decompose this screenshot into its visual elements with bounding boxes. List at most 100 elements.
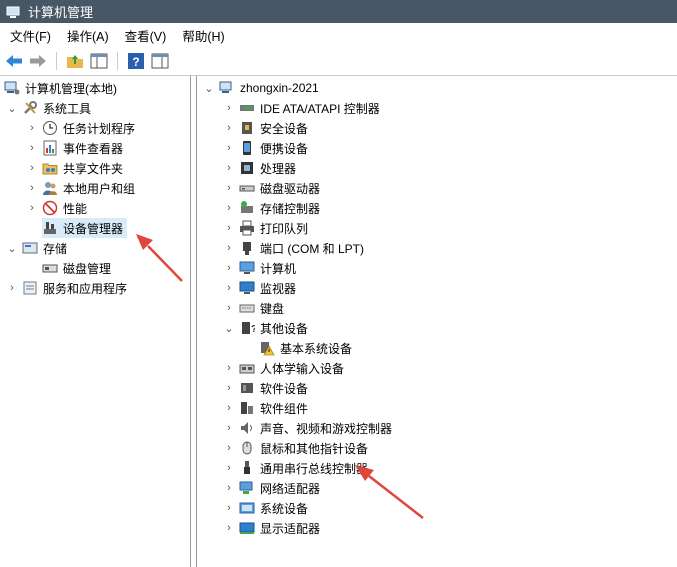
- chevron-right-icon[interactable]: ›: [223, 402, 235, 414]
- device-category-ports[interactable]: › 端口 (COM 和 LPT): [223, 238, 364, 258]
- menu-action[interactable]: 操作(A): [57, 26, 115, 45]
- chevron-right-icon[interactable]: ›: [223, 282, 235, 294]
- device-category-network[interactable]: › 网络适配器: [223, 478, 320, 498]
- chevron-right-icon[interactable]: ›: [26, 122, 38, 134]
- software-device-icon: [239, 380, 255, 396]
- device-category-computer[interactable]: › 计算机: [223, 258, 296, 278]
- computer-icon: [239, 260, 255, 276]
- device-category-portable[interactable]: › 便携设备: [223, 138, 308, 158]
- tree-item-system-tools[interactable]: ⌄ 系统工具: [6, 98, 91, 118]
- chevron-right-icon[interactable]: ›: [223, 162, 235, 174]
- device-category-monitors[interactable]: › 监视器: [223, 278, 296, 298]
- chevron-right-icon[interactable]: ›: [26, 162, 38, 174]
- device-category-display[interactable]: › 显示适配器: [223, 518, 320, 538]
- device-manager-icon: [42, 220, 58, 236]
- system-device-icon: [239, 500, 255, 516]
- tree-item-event-viewer[interactable]: › 事件查看器: [26, 138, 123, 158]
- other-devices-icon: ?: [239, 320, 257, 336]
- chevron-right-icon[interactable]: ›: [26, 202, 38, 214]
- tree-item-shared-folders[interactable]: › 共享文件夹: [26, 158, 123, 178]
- chevron-right-icon[interactable]: ›: [223, 302, 235, 314]
- device-category-storage-controllers[interactable]: › 存储控制器: [223, 198, 320, 218]
- speaker-icon: [239, 420, 255, 436]
- back-button[interactable]: [4, 51, 24, 71]
- ide-controller-icon: [239, 100, 255, 116]
- device-category-usb[interactable]: › 通用串行总线控制器: [223, 458, 368, 478]
- chevron-right-icon[interactable]: ›: [26, 142, 38, 154]
- hid-icon: [239, 360, 255, 376]
- device-category-software-devices[interactable]: › 软件设备: [223, 378, 308, 398]
- toolbar-separator: [117, 52, 118, 70]
- device-category-system[interactable]: › 系统设备: [223, 498, 308, 518]
- tree-item-storage[interactable]: ⌄ 存储: [6, 238, 67, 258]
- device-category-processor[interactable]: › 处理器: [223, 158, 296, 178]
- chevron-right-icon[interactable]: ›: [223, 142, 235, 154]
- chevron-down-icon[interactable]: ⌄: [203, 82, 215, 95]
- chevron-right-icon[interactable]: ›: [6, 282, 18, 294]
- chevron-right-icon[interactable]: ›: [26, 182, 38, 194]
- forward-button[interactable]: [28, 51, 48, 71]
- port-icon: [239, 240, 255, 256]
- event-viewer-icon: [42, 140, 58, 156]
- monitor-icon: [239, 280, 255, 296]
- svg-text:?: ?: [132, 55, 139, 69]
- processor-icon: [239, 160, 255, 176]
- chevron-right-icon[interactable]: ›: [223, 122, 235, 134]
- device-category-security[interactable]: › 安全设备: [223, 118, 308, 138]
- chevron-right-icon[interactable]: ›: [223, 182, 235, 194]
- security-device-icon: [239, 120, 255, 136]
- device-category-ide[interactable]: › IDE ATA/ATAPI 控制器: [223, 98, 380, 118]
- chevron-right-icon[interactable]: ›: [223, 502, 235, 514]
- computer-management-icon: [6, 5, 20, 19]
- chevron-down-icon[interactable]: ⌄: [6, 242, 18, 255]
- menu-file[interactable]: 文件(F): [0, 26, 57, 45]
- tools-icon: [22, 100, 38, 116]
- console-tree-pane[interactable]: 计算机管理(本地) ⌄ 系统工具 › 任务计划程序 › 事件查看器 › 共享文件…: [0, 76, 191, 567]
- chevron-right-icon[interactable]: ›: [223, 422, 235, 434]
- chevron-right-icon[interactable]: ›: [223, 522, 235, 534]
- device-category-keyboards[interactable]: › 键盘: [223, 298, 284, 318]
- chevron-right-icon[interactable]: ›: [223, 442, 235, 454]
- chevron-down-icon[interactable]: ⌄: [6, 102, 18, 115]
- chevron-right-icon[interactable]: ›: [223, 242, 235, 254]
- device-category-print-queues[interactable]: › 打印队列: [223, 218, 308, 238]
- device-category-sound[interactable]: › 声音、视频和游戏控制器: [223, 418, 392, 438]
- device-category-disk-drives[interactable]: › 磁盘驱动器: [223, 178, 320, 198]
- usb-icon: [239, 460, 255, 476]
- menu-view[interactable]: 查看(V): [115, 26, 173, 45]
- tree-item-performance[interactable]: › 性能: [26, 198, 87, 218]
- up-folder-button[interactable]: [65, 51, 85, 71]
- tree-item-local-users[interactable]: › 本地用户和组: [26, 178, 135, 198]
- chevron-right-icon[interactable]: ›: [223, 202, 235, 214]
- device-tree-pane[interactable]: ⌄ zhongxin-2021 › IDE ATA/ATAPI 控制器 › 安全…: [196, 76, 677, 567]
- display-adapter-icon: [239, 520, 255, 536]
- menu-help[interactable]: 帮助(H): [172, 26, 230, 45]
- portable-device-icon: [239, 140, 255, 156]
- chevron-right-icon[interactable]: ›: [223, 362, 235, 374]
- chevron-down-icon[interactable]: ⌄: [223, 322, 235, 335]
- chevron-right-icon[interactable]: ›: [223, 482, 235, 494]
- chevron-right-icon[interactable]: ›: [223, 382, 235, 394]
- tree-item-device-manager[interactable]: 设备管理器: [42, 218, 128, 238]
- chevron-right-icon[interactable]: ›: [223, 462, 235, 474]
- tree-item-disk-management[interactable]: 磁盘管理: [42, 258, 111, 278]
- tree-item-computer-name[interactable]: ⌄ zhongxin-2021: [203, 78, 318, 98]
- tree-item-services-apps[interactable]: › 服务和应用程序: [6, 278, 127, 298]
- chevron-right-icon[interactable]: ›: [223, 222, 235, 234]
- show-hide-tree-button[interactable]: [89, 51, 109, 71]
- help-button[interactable]: ?: [126, 51, 146, 71]
- network-adapter-icon: [239, 480, 255, 496]
- users-icon: [42, 180, 58, 196]
- disk-drive-icon: [239, 180, 255, 196]
- tree-item-task-scheduler[interactable]: › 任务计划程序: [26, 118, 135, 138]
- device-category-hid[interactable]: › 人体学输入设备: [223, 358, 344, 378]
- chevron-right-icon[interactable]: ›: [223, 262, 235, 274]
- device-item-base-system-device[interactable]: 基本系统设备: [259, 338, 352, 358]
- device-category-other-devices[interactable]: ⌄ ? 其他设备: [223, 318, 308, 338]
- device-category-software-components[interactable]: › 软件组件: [223, 398, 308, 418]
- tree-item-root[interactable]: 计算机管理(本地): [4, 78, 117, 98]
- storage-controller-icon: [239, 200, 255, 216]
- properties-button[interactable]: [150, 51, 170, 71]
- chevron-right-icon[interactable]: ›: [223, 102, 235, 114]
- device-category-mice[interactable]: › 鼠标和其他指针设备: [223, 438, 368, 458]
